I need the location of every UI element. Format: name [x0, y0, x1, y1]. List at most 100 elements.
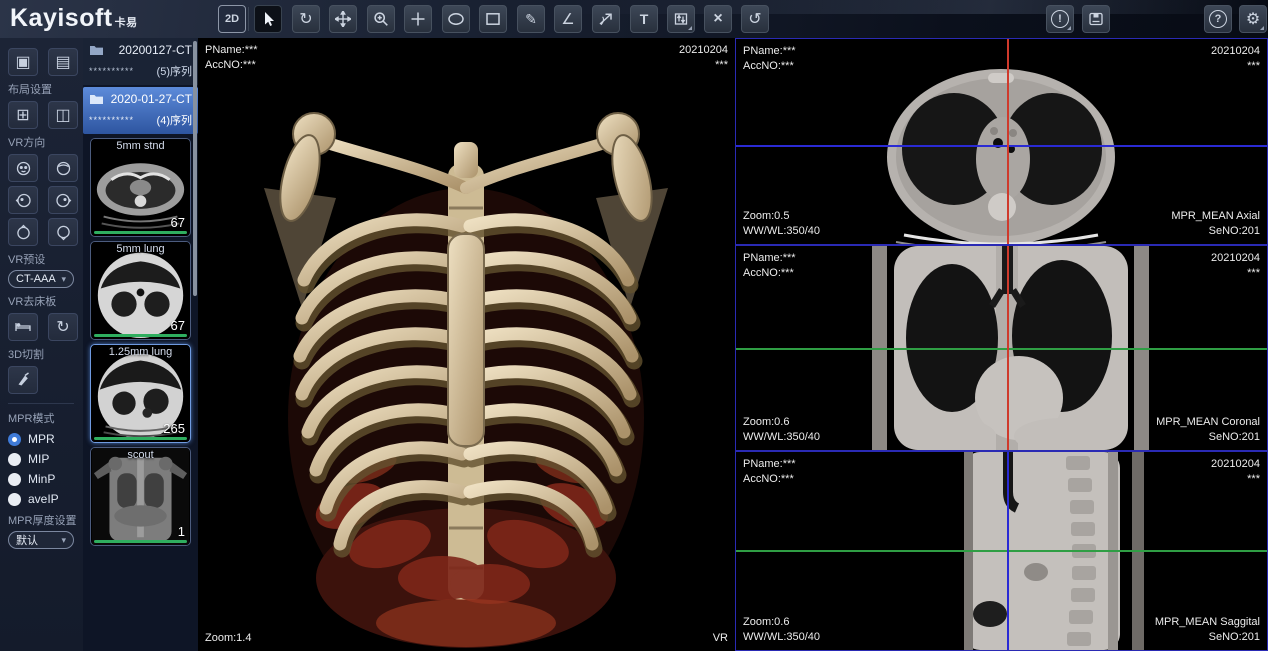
layout-split-button[interactable]: ◫: [48, 101, 78, 129]
cobb-angle-icon: [598, 11, 614, 27]
pan-tool-button[interactable]: [329, 5, 357, 33]
delete-annotation-button[interactable]: ×: [704, 5, 732, 33]
cobb-angle-button[interactable]: [592, 5, 620, 33]
mpr-mode-option-mpr[interactable]: MPR: [8, 432, 83, 446]
thumbnail-image-number: 1: [178, 524, 185, 539]
image-info-button[interactable]: !: [1046, 5, 1074, 33]
sagittal-study-info: 20210204 ***: [1211, 457, 1260, 487]
axial-crosshair-horizontal[interactable]: [736, 145, 1267, 147]
line-measure-button[interactable]: ✎: [517, 5, 545, 33]
mpr-pname: PName:***: [743, 44, 796, 59]
series-scrollbar[interactable]: [193, 41, 197, 648]
mpr-axial-viewport[interactable]: PName:*** AccNO:*** 20210204 *** Zoom:0.…: [735, 38, 1268, 245]
axial-study-info: 20210204 ***: [1211, 44, 1260, 74]
window-level-button[interactable]: [667, 5, 695, 33]
coronal-crosshair-vertical[interactable]: [1007, 246, 1009, 450]
vr-label: VR: [713, 631, 728, 646]
vr-pname: PName:***: [205, 43, 258, 58]
mpr-mode-option-label: aveIP: [28, 492, 59, 506]
angle-measure-button[interactable]: ∠: [554, 5, 582, 33]
vr-direction-label: VR方向: [8, 134, 83, 150]
mpr-seno: SeNO:201: [1171, 224, 1260, 239]
export-image-button[interactable]: [1082, 5, 1110, 33]
scalpel-icon: [15, 372, 31, 388]
head-inferior-icon: [55, 224, 72, 241]
zoom-in-button[interactable]: [367, 5, 395, 33]
mpr-wwwl: WW/WL:350/40: [743, 630, 820, 645]
layout-grid-button[interactable]: ⊞: [8, 101, 38, 129]
ellipse-roi-button[interactable]: [442, 5, 470, 33]
mpr-study-date: 20210204: [1211, 251, 1260, 266]
vr-left-button[interactable]: [8, 186, 38, 214]
mpr-study-date: 20210204: [1211, 44, 1260, 59]
rotate-3d-button[interactable]: ↻: [292, 5, 320, 33]
help-button[interactable]: ?: [1204, 5, 1232, 33]
vr-posterior-button[interactable]: [48, 154, 78, 182]
vr-anterior-button[interactable]: [8, 154, 38, 182]
mpr-mode-option-mip[interactable]: MIP: [8, 452, 83, 466]
mpr-coronal-viewport[interactable]: PName:*** AccNO:*** 20210204 *** Zoom:0.…: [735, 245, 1268, 451]
cursor-tool-button[interactable]: [254, 5, 282, 33]
vr-preset-select[interactable]: CT-AAA ▾: [8, 270, 74, 288]
folder-open-icon: [89, 93, 104, 105]
vr-inferior-button[interactable]: [48, 218, 78, 246]
mpr-thickness-select[interactable]: 默认 ▾: [8, 531, 74, 549]
axial-crosshair-vertical[interactable]: [1007, 39, 1009, 244]
cut-3d-label: 3D切割: [8, 346, 83, 362]
crosshair-tool-button[interactable]: [404, 5, 432, 33]
vr-remove-bed-label: VR去床板: [8, 293, 83, 309]
study-item-selected[interactable]: 2020-01-27-CT ********** (4)序列: [83, 87, 198, 134]
series-thumbnail-5mm-stnd[interactable]: 5mm stnd 67: [90, 138, 191, 237]
vr-right-button[interactable]: [48, 186, 78, 214]
mpr-mode-option-aveip[interactable]: aveIP: [8, 492, 83, 506]
mpr-mode-option-label: MPR: [28, 432, 55, 446]
text-tool-icon: T: [640, 11, 649, 27]
2d-view-button[interactable]: 2D: [218, 5, 246, 33]
rect-roi-button[interactable]: [479, 5, 507, 33]
head-right-icon: [55, 192, 72, 209]
mpr-zoom: Zoom:0.6: [743, 415, 820, 430]
help-icon: ?: [1209, 10, 1227, 28]
mpr-study-date: 20210204: [1211, 457, 1260, 472]
text-annotation-button[interactable]: T: [630, 5, 658, 33]
mpr-mode-option-minp[interactable]: MinP: [8, 472, 83, 486]
patient-mask: **********: [89, 115, 134, 125]
thumbnail-label: 1.25mm lung: [91, 346, 190, 358]
mpr-wwwl: WW/WL:350/40: [743, 224, 820, 239]
mpr-accno: AccNO:***: [743, 266, 796, 281]
cut-3d-button[interactable]: [8, 366, 38, 394]
series-thumbnail-125mm-lung[interactable]: 1.25mm lung 265: [90, 344, 191, 443]
app-header: Kayisoft 卡易 2D ↻: [0, 0, 1268, 38]
pencil-icon: ✎: [525, 11, 537, 28]
sagittal-crosshair-horizontal[interactable]: [736, 550, 1267, 552]
scrollbar-thumb[interactable]: [193, 41, 197, 296]
layout-single-button[interactable]: ▣: [8, 48, 38, 76]
vr-viewport[interactable]: PName:*** AccNO:*** 20210204 *** Zoom:1.…: [198, 38, 735, 651]
sagittal-crosshair-vertical[interactable]: [1007, 452, 1009, 650]
vr-preset-value: CT-AAA: [16, 273, 56, 285]
angle-icon: ∠: [561, 10, 574, 28]
app-logo: Kayisoft 卡易: [10, 4, 138, 33]
rectangle-icon: [485, 11, 501, 27]
scout-thumbnail-image: [91, 448, 190, 545]
mpr-sagittal-viewport[interactable]: PName:*** AccNO:*** 20210204 *** Zoom:0.…: [735, 451, 1268, 651]
layout-save-button[interactable]: ▤: [48, 48, 78, 76]
crosshair-icon: [410, 11, 426, 27]
vr-superior-button[interactable]: [8, 218, 38, 246]
study-item[interactable]: 20200127-CT ********** (5)序列: [83, 38, 198, 85]
folder-icon: [89, 44, 104, 56]
settings-button[interactable]: ⚙: [1239, 5, 1267, 33]
vr-study-info: 20210204 ***: [679, 43, 728, 73]
series-thumbnail-scout[interactable]: scout 1: [90, 447, 191, 546]
radio-icon: [8, 453, 21, 466]
remove-bed-button[interactable]: [8, 313, 38, 341]
coronal-crosshair-horizontal[interactable]: [736, 348, 1267, 350]
chevron-down-icon: ▾: [61, 274, 66, 285]
coronal-study-info: 20210204 ***: [1211, 251, 1260, 281]
axial-series-info: MPR_MEAN Axial SeNO:201: [1171, 209, 1260, 239]
series-thumbnail-5mm-lung[interactable]: 5mm lung 67: [90, 241, 191, 340]
reset-icon: ↻: [56, 317, 69, 337]
reset-view-button[interactable]: ↺: [741, 5, 769, 33]
mpr-mode-option-label: MinP: [28, 472, 55, 486]
restore-bed-button[interactable]: ↻: [48, 313, 78, 341]
